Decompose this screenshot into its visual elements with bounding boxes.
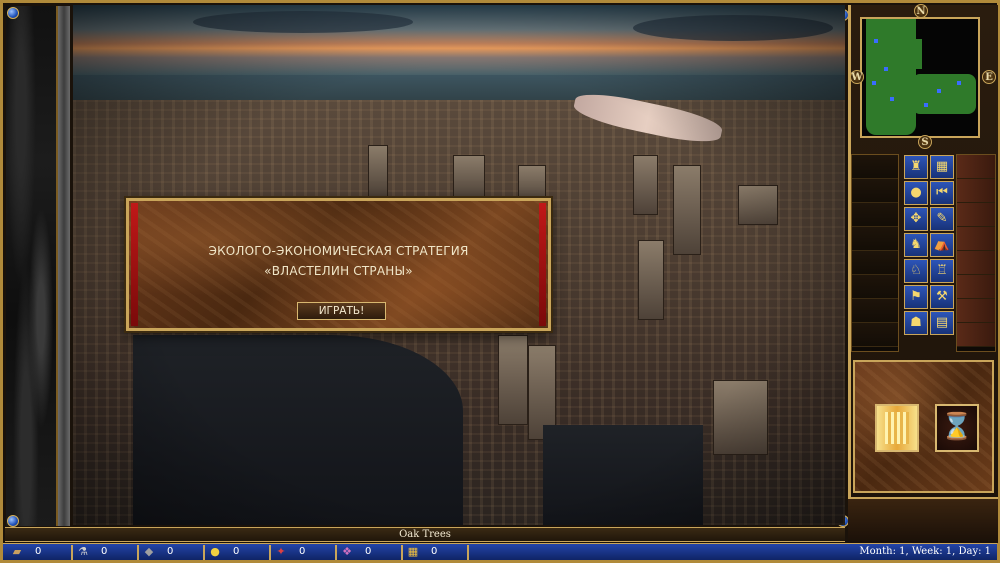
- resource-separator: [203, 545, 205, 560]
- move-hero-button[interactable]: ♞: [904, 233, 928, 257]
- quest-log-button[interactable]: ✥: [904, 207, 928, 231]
- sidebar-footer: [848, 497, 998, 543]
- next-hero-button[interactable]: ♘: [904, 259, 928, 283]
- minimap-marker: [924, 103, 928, 107]
- minimap-land: [912, 74, 976, 114]
- town-slot[interactable]: [957, 251, 995, 275]
- town-slot[interactable]: [957, 275, 995, 299]
- hourglass-icon: [935, 404, 979, 452]
- adventure-options-button[interactable]: ⛺: [930, 233, 954, 257]
- resource-value: 0: [365, 546, 372, 557]
- resource-counter: ❖ 0: [339, 544, 399, 561]
- resource-separator: [137, 545, 139, 560]
- resource-separator: [269, 545, 271, 560]
- left-border-strip: [6, 6, 70, 526]
- adventure-button-grid: ♜ ▦ ● ⏮ ✥ ✎ ♞ ⛺ ♘ ♖ ⚑ ⚒ ☗ ▤: [903, 154, 955, 352]
- play-button[interactable]: ИГРАТЬ!: [297, 302, 386, 320]
- end-turn-button[interactable]: ⚑: [904, 285, 928, 309]
- resource-separator: [71, 545, 73, 560]
- resource-value: 0: [431, 546, 438, 557]
- resource-value: 0: [35, 546, 42, 557]
- end-turn-2-button[interactable]: ⚒: [930, 285, 954, 309]
- kingdom-overview-button[interactable]: ♜: [904, 155, 928, 179]
- minimap-marker: [957, 81, 961, 85]
- hero-slot[interactable]: [852, 155, 898, 179]
- ore-icon: ◆: [144, 545, 154, 558]
- underground-toggle-button[interactable]: ▦: [930, 155, 954, 179]
- dialog-title: ЭКОЛОГО-ЭКОНОМИЧЕСКАЯ СТРАТЕГИЯ «ВЛАСТЕЛ…: [129, 241, 548, 281]
- resource-counter: ▦ 0: [405, 544, 465, 561]
- compass-east: E: [982, 70, 996, 84]
- minimap[interactable]: [860, 17, 980, 138]
- resource-separator: [401, 545, 403, 560]
- puzzle-map-button[interactable]: ☗: [904, 311, 928, 335]
- view-world-button[interactable]: ●: [904, 181, 928, 205]
- minimap-land: [866, 19, 916, 135]
- minimap-marker: [872, 81, 876, 85]
- hero-slot[interactable]: [852, 227, 898, 251]
- compass-south: S: [918, 135, 932, 149]
- minimap-marker: [937, 89, 941, 93]
- hero-slot[interactable]: [852, 275, 898, 299]
- status-window: [853, 360, 994, 493]
- minimap-marker: [890, 97, 894, 101]
- hero-list: [851, 154, 899, 352]
- resource-counter: ▰ 0: [9, 544, 69, 561]
- compass-west: W: [850, 70, 864, 84]
- town-slot[interactable]: [957, 299, 995, 323]
- corner-gem-icon: [7, 7, 19, 19]
- dialog-title-line2: «ВЛАСТЕЛИН СТРАНЫ»: [264, 264, 413, 278]
- dialog-title-line1: ЭКОЛОГО-ЭКОНОМИЧЕСКАЯ СТРАТЕГИЯ: [208, 244, 469, 258]
- resource-bar: Month: 1, Week: 1, Day: 1 ▰ 0 ⚗ 0 ◆ 0 ● 0 ✦ 0 ❖ 0 ▦ 0: [3, 543, 997, 560]
- town-list: [956, 154, 996, 352]
- rollover-bar: Oak Trees: [5, 527, 845, 542]
- gems-icon: ❖: [342, 545, 352, 558]
- town-slot[interactable]: [957, 155, 995, 179]
- town-slot[interactable]: [957, 323, 995, 347]
- scenario-info-button[interactable]: ▤: [930, 311, 954, 335]
- resource-counter: ✦ 0: [273, 544, 333, 561]
- player-flag-icon: [875, 404, 919, 452]
- town-slot[interactable]: [957, 227, 995, 251]
- date-display: Month: 1, Week: 1, Day: 1: [859, 546, 991, 557]
- minimap-marker: [884, 67, 888, 71]
- compass-north: N: [914, 4, 928, 18]
- town-slot[interactable]: [957, 179, 995, 203]
- hero-slot[interactable]: [852, 323, 898, 347]
- sleep-hero-button[interactable]: ⏮: [930, 181, 954, 205]
- cast-spell-button[interactable]: ✎: [930, 207, 954, 231]
- resource-value: 0: [167, 546, 174, 557]
- resource-counter: ◆ 0: [141, 544, 201, 561]
- resource-counter: ⚗ 0: [75, 544, 135, 561]
- start-dialog: ЭКОЛОГО-ЭКОНОМИЧЕСКАЯ СТРАТЕГИЯ «ВЛАСТЕЛ…: [126, 198, 551, 331]
- resource-counter: ● 0: [207, 544, 267, 561]
- sulfur-icon: ●: [210, 545, 220, 558]
- adventure-map-view[interactable]: ЭКОЛОГО-ЭКОНОМИЧЕСКАЯ СТРАТЕГИЯ «ВЛАСТЕЛ…: [73, 5, 845, 525]
- mercury-icon: ⚗: [78, 545, 88, 558]
- system-options-button[interactable]: ♖: [930, 259, 954, 283]
- resource-value: 0: [101, 546, 108, 557]
- resource-value: 0: [233, 546, 240, 557]
- gold-icon: ▦: [407, 545, 419, 558]
- wood-icon: ▰: [12, 545, 22, 558]
- minimap-land: [892, 39, 922, 69]
- resource-separator: [467, 545, 469, 560]
- resource-separator: [335, 545, 337, 560]
- hero-slot[interactable]: [852, 179, 898, 203]
- resource-value: 0: [299, 546, 306, 557]
- crystal-icon: ✦: [276, 545, 286, 558]
- hero-slot[interactable]: [852, 203, 898, 227]
- minimap-marker: [874, 39, 878, 43]
- hero-slot[interactable]: [852, 299, 898, 323]
- hero-slot[interactable]: [852, 251, 898, 275]
- town-slot[interactable]: [957, 203, 995, 227]
- corner-gem-icon: [7, 515, 19, 527]
